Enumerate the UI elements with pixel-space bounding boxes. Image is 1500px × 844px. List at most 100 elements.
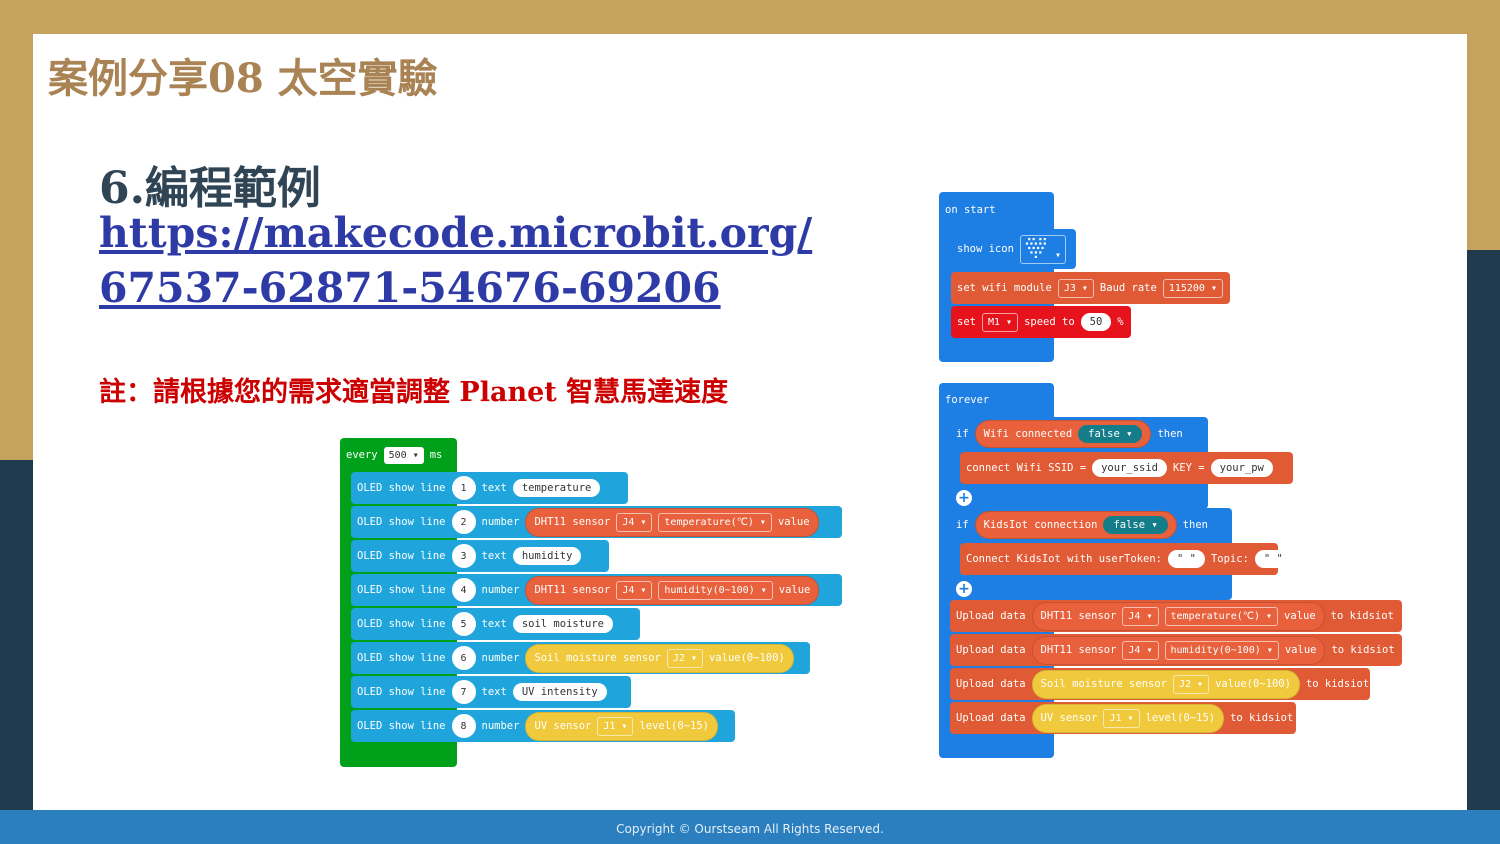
heart-icon[interactable] xyxy=(1019,234,1066,264)
pin-dropdown[interactable]: J4 xyxy=(1122,640,1159,660)
measure-dropdown[interactable]: humidity(0~100) xyxy=(1164,640,1279,660)
ssid-input[interactable]: your_ssid xyxy=(1092,459,1168,477)
set-wifi-block[interactable]: set wifi module J3 Baud rate 115200 xyxy=(951,272,1230,304)
sensor-reporter[interactable]: DHT11 sensor J4humidity(0~100) value xyxy=(1031,635,1326,665)
sensor-reporter[interactable]: DHT11 sensor J4temperature(℃) value xyxy=(525,507,819,537)
measure-dropdown[interactable]: temperature(℃) xyxy=(658,512,772,532)
sensor-name: UV sensor xyxy=(534,720,592,732)
pin-dropdown[interactable]: J4 xyxy=(1122,606,1159,626)
measure-dropdown: value(0~100) xyxy=(1215,678,1291,690)
pin-dropdown[interactable]: J4 xyxy=(616,512,653,532)
wifi-pin-dropdown[interactable]: J3 xyxy=(1057,278,1094,298)
oled-show-line-block[interactable]: OLED show line 3 text humidity xyxy=(351,540,609,572)
oled-show-line-block[interactable]: OLED show line 5 text soil moisture xyxy=(351,608,640,640)
sensor-name: DHT11 sensor xyxy=(1040,610,1117,622)
background-shape-right xyxy=(1466,250,1500,810)
text-input[interactable]: temperature xyxy=(512,479,601,497)
oled-show-line-block[interactable]: OLED show line 7 text UV intensity xyxy=(351,676,631,708)
wifi-connected-label: Wifi connected xyxy=(983,428,1073,440)
on-start-header: on start xyxy=(939,195,1002,225)
then-label: then xyxy=(1157,428,1183,440)
value-keyword: value xyxy=(777,516,810,528)
add-else-button-2[interactable]: + xyxy=(956,578,972,597)
oled-show-line-block[interactable]: OLED show line 2 number DHT11 sensor J4tempe… xyxy=(351,506,842,538)
wifi-bool-dropdown[interactable]: false xyxy=(1078,425,1143,443)
line-number-input[interactable]: 5 xyxy=(451,612,476,636)
oled-show-line-block[interactable]: OLED show line 8 number UV sensor J1 level(0~… xyxy=(351,710,735,742)
show-icon-block[interactable]: show icon xyxy=(951,229,1076,269)
pin-dropdown[interactable]: J1 xyxy=(1103,708,1140,728)
value-keyword: value xyxy=(778,584,811,596)
to-kidsiot-label: to kidsiot xyxy=(1305,678,1370,690)
if-label: if xyxy=(956,428,969,440)
line-number-input[interactable]: 2 xyxy=(451,510,476,534)
kidsiot-connection-label: KidsIot connection xyxy=(983,519,1098,531)
add-else-button[interactable]: + xyxy=(956,487,972,506)
oled-show-line-block[interactable]: OLED show line 4 number DHT11 sensor J4humid… xyxy=(351,574,842,606)
on-start-label: on start xyxy=(945,204,996,216)
forever-header: forever xyxy=(939,385,995,415)
adjust-note: 註：請根據您的需求適當調整 Planet 智慧馬達速度 xyxy=(99,377,729,408)
line-number-input[interactable]: 1 xyxy=(451,476,476,500)
oled-show-line-block[interactable]: OLED show line 6 number Soil moisture senso… xyxy=(351,642,810,674)
if-kidsiot-header: if KidsIot connection false then xyxy=(950,509,1232,541)
oled-show-line-label: OLED show line xyxy=(357,686,446,698)
pin-dropdown[interactable]: J1 xyxy=(597,716,634,736)
line-number-input[interactable]: 4 xyxy=(451,578,476,602)
sensor-name: DHT11 sensor xyxy=(534,516,611,528)
upload-data-block[interactable]: Upload data Soil moisture sensor J2 value(0… xyxy=(950,668,1370,700)
sensor-reporter[interactable]: Soil moisture sensor J2 value(0~100) xyxy=(525,643,794,673)
text-keyword: text xyxy=(481,618,507,630)
line-number-input[interactable]: 6 xyxy=(451,646,476,670)
oled-show-line-label: OLED show line xyxy=(357,550,446,562)
upload-data-block[interactable]: Upload data DHT11 sensor J4temperature(℃) v… xyxy=(950,600,1402,632)
sensor-reporter[interactable]: UV sensor J1 level(0~15) xyxy=(525,711,718,741)
sensor-name: Soil moisture sensor xyxy=(534,652,661,664)
kidsiot-connection-condition[interactable]: KidsIot connection false xyxy=(974,511,1177,539)
number-keyword: number xyxy=(481,652,520,664)
upload-data-label: Upload data xyxy=(956,644,1026,656)
plus-icon: + xyxy=(956,581,972,597)
then2-label: then xyxy=(1182,519,1209,531)
text-input[interactable]: soil moisture xyxy=(512,615,613,633)
pin-dropdown[interactable]: J2 xyxy=(666,648,703,668)
connect-wifi-block[interactable]: connect Wifi SSID = your_ssid KEY = your… xyxy=(960,452,1293,484)
text-input[interactable]: humidity xyxy=(512,547,582,565)
pin-dropdown[interactable]: J4 xyxy=(616,580,653,600)
to-kidsiot-label: to kidsiot xyxy=(1331,644,1395,656)
forever-label: forever xyxy=(945,394,990,406)
connect-kidsiot-block[interactable]: Connect KidsIot with userToken: " " Topi… xyxy=(960,543,1292,575)
measure-dropdown[interactable]: temperature(℃) xyxy=(1164,606,1279,626)
interval-dropdown[interactable]: 500 xyxy=(383,446,424,464)
baud-dropdown[interactable]: 115200 xyxy=(1162,278,1223,298)
sensor-reporter[interactable]: UV sensor J1 level(0~15) xyxy=(1031,703,1225,733)
pin-dropdown[interactable]: J2 xyxy=(1172,674,1210,694)
topic-input[interactable]: " " xyxy=(1254,550,1292,568)
kidsiot-bool-dropdown[interactable]: false xyxy=(1103,516,1168,534)
wifi-connected-condition[interactable]: Wifi connected false xyxy=(974,420,1152,448)
value-keyword: value xyxy=(1284,610,1316,622)
upload-data-block[interactable]: Upload data UV sensor J1 level(0~15) to kids… xyxy=(950,702,1296,734)
text-input[interactable]: UV intensity xyxy=(512,683,607,701)
text-keyword: text xyxy=(481,482,507,494)
sensor-reporter[interactable]: DHT11 sensor J4humidity(0~100) value xyxy=(525,575,820,605)
upload-data-block[interactable]: Upload data DHT11 sensor J4humidity(0~100)… xyxy=(950,634,1402,666)
line-number-input[interactable]: 8 xyxy=(451,714,476,738)
sensor-reporter[interactable]: DHT11 sensor J4temperature(℃) value xyxy=(1031,601,1325,631)
token-input[interactable]: " " xyxy=(1167,550,1205,568)
makecode-link[interactable]: https://makecode.microbit.org/67537-6287… xyxy=(99,206,819,316)
sensor-reporter[interactable]: Soil moisture sensor J2 value(0~100) xyxy=(1031,669,1300,699)
baud-label: Baud rate xyxy=(1099,282,1157,294)
line-number-input[interactable]: 7 xyxy=(451,680,476,704)
speed-input[interactable]: 50 xyxy=(1080,313,1112,331)
motor-dropdown[interactable]: M1 xyxy=(981,312,1019,332)
oled-show-line-block[interactable]: OLED show line 1 text temperature xyxy=(351,472,628,504)
set-wifi-label: set wifi module xyxy=(957,282,1052,294)
set-motor-block[interactable]: set M1 speed to 50 % xyxy=(951,306,1131,338)
sensor-name: UV sensor xyxy=(1040,712,1098,724)
measure-dropdown[interactable]: humidity(0~100) xyxy=(658,580,773,600)
if-wifi-header: if Wifi connected false then xyxy=(950,418,1208,450)
line-number-input[interactable]: 3 xyxy=(451,544,476,568)
password-input[interactable]: your_pw xyxy=(1210,459,1273,477)
sensor-name: DHT11 sensor xyxy=(534,584,611,596)
